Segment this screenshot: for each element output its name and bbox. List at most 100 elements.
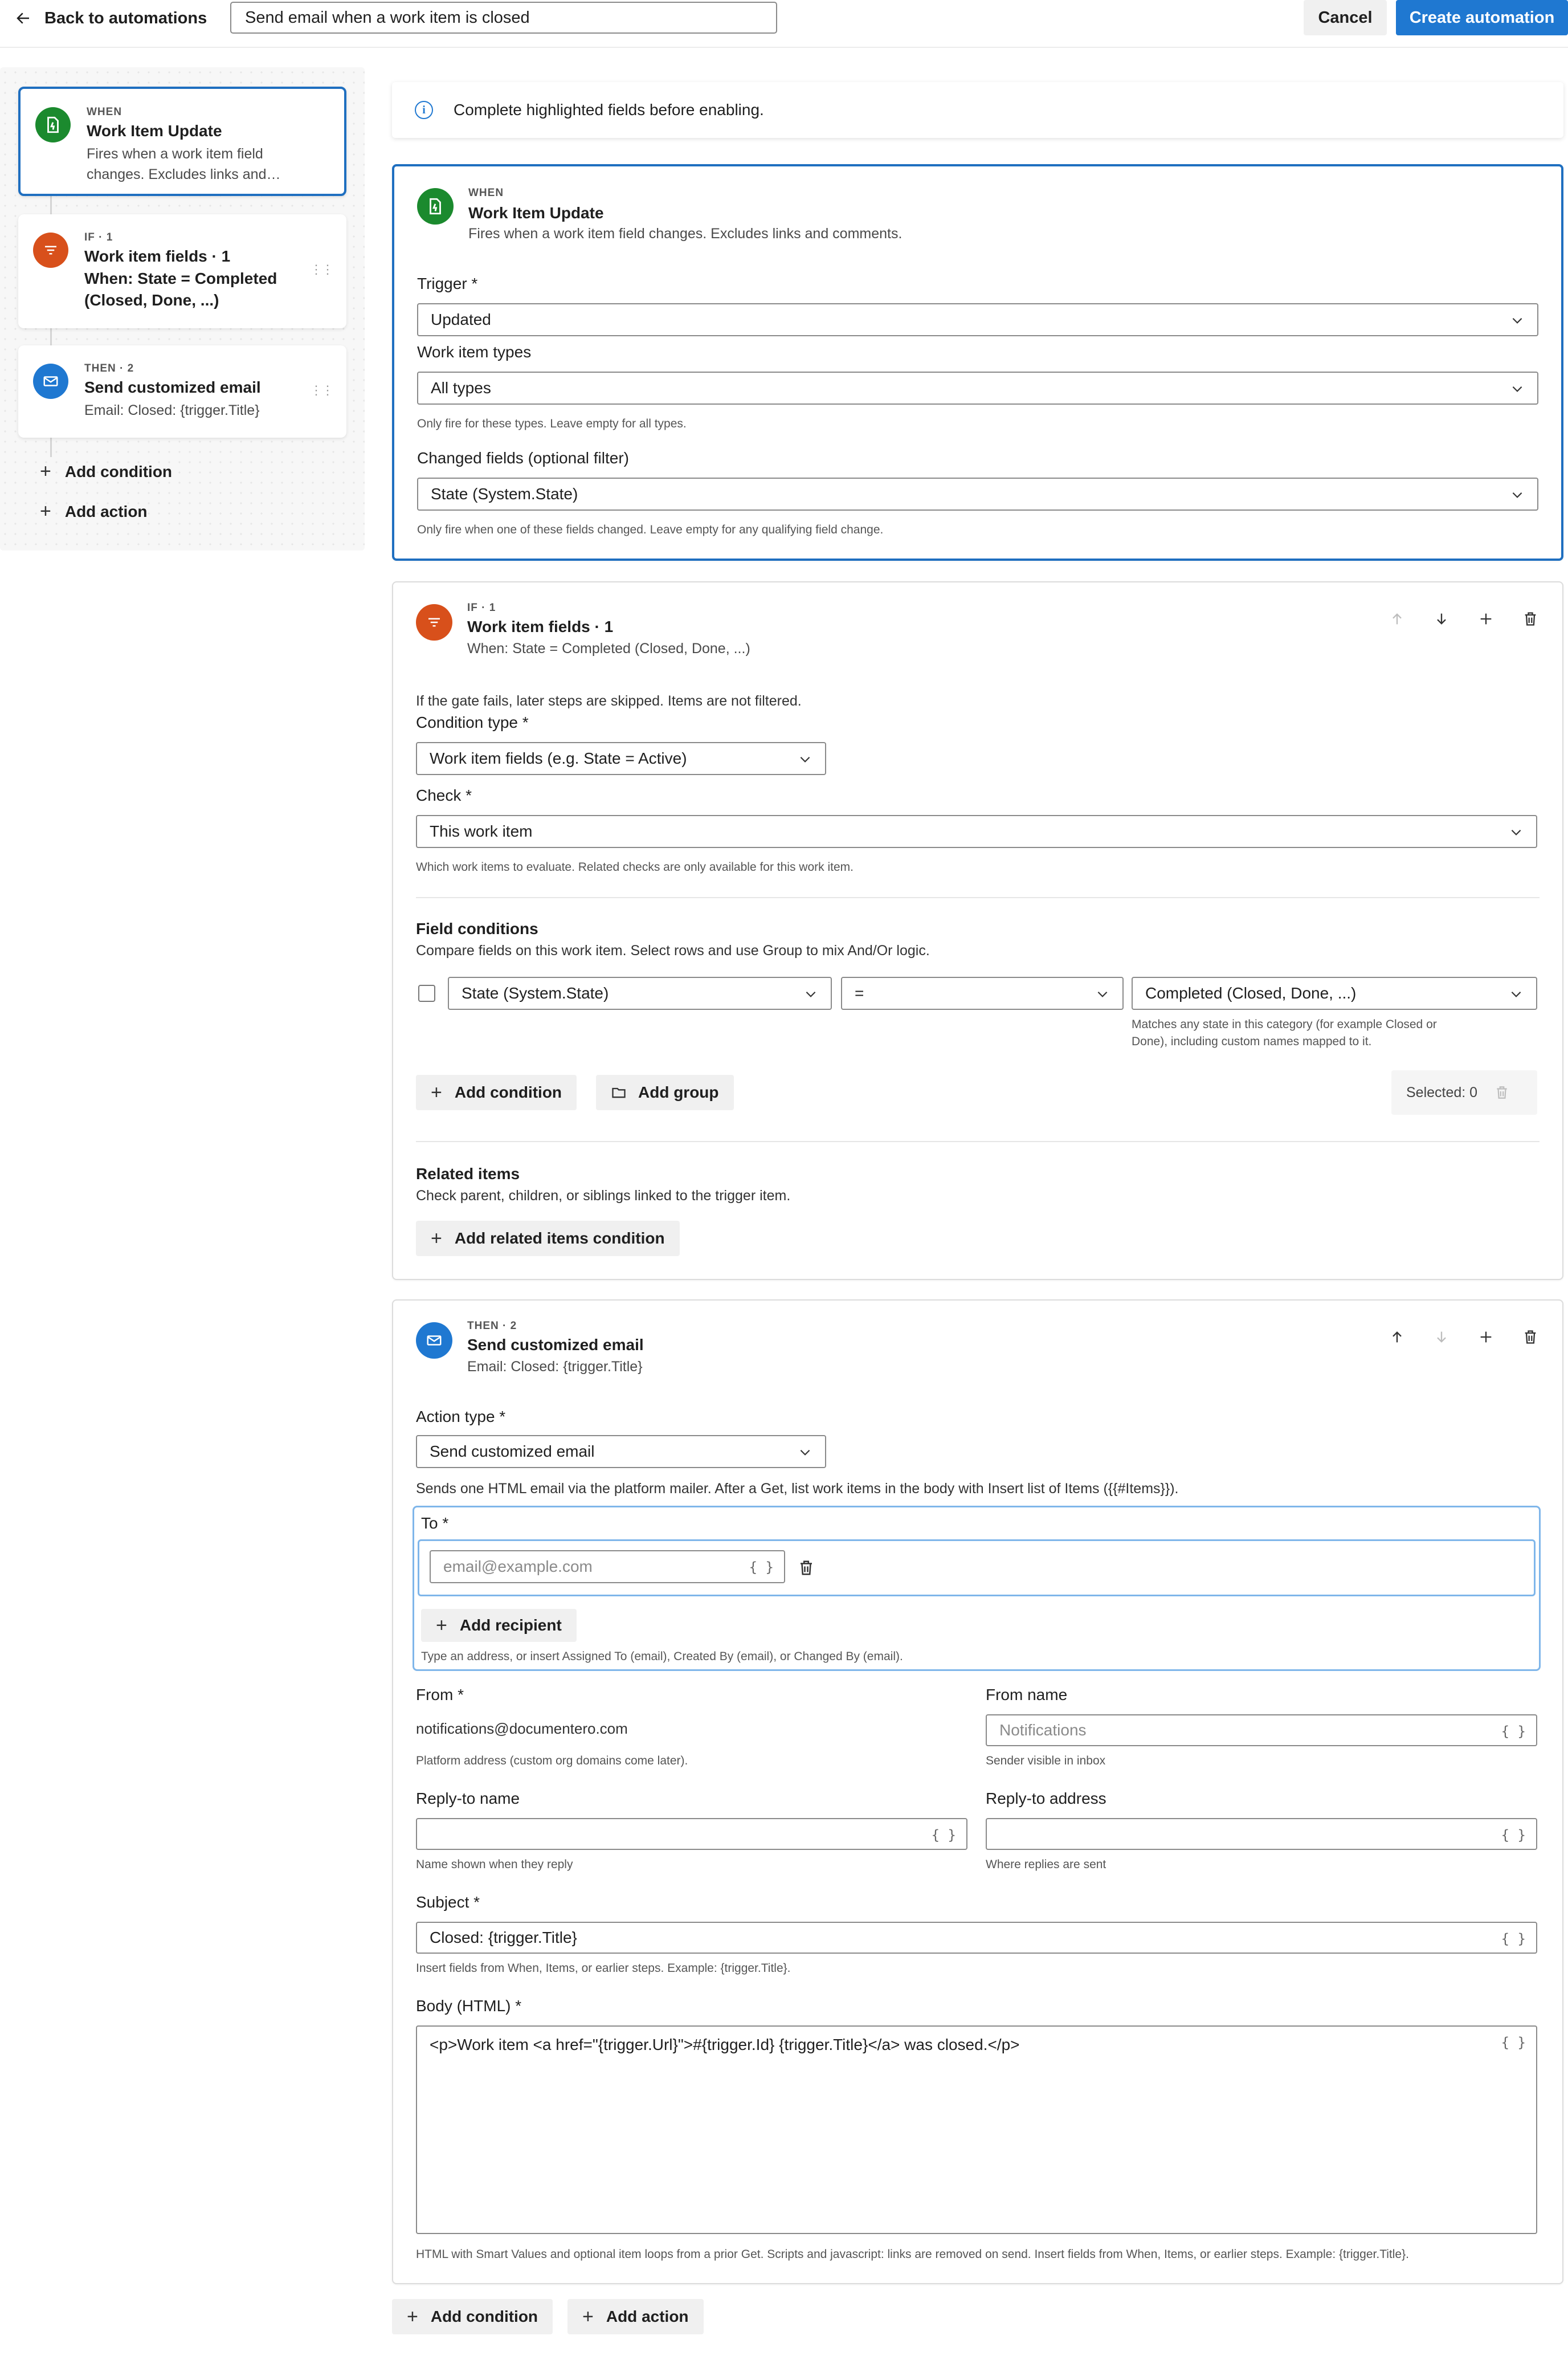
plus-icon: + <box>436 1614 447 1636</box>
rail-add-action[interactable]: + Add action <box>40 500 148 523</box>
step-kicker: THEN · 2 <box>84 362 134 374</box>
subject-input[interactable]: Closed: {trigger.Title} { } <box>416 1922 1537 1954</box>
plus-icon[interactable] <box>1477 610 1495 628</box>
subject-help: Insert fields from When, Items, or earli… <box>416 1962 791 1975</box>
body-html-textarea[interactable]: <p>Work item <a href="{trigger.Url}">#{t… <box>416 2025 1537 2234</box>
from-name-placeholder: Notifications <box>999 1721 1087 1739</box>
condition-field-select[interactable]: State (System.State) <box>448 977 832 1010</box>
plus-icon: + <box>40 460 51 482</box>
trigger-value: Updated <box>431 311 491 328</box>
add-group-button[interactable]: Add group <box>596 1075 734 1110</box>
rail-step-when[interactable]: WHEN Work Item Update Fires when a work … <box>18 87 346 196</box>
field-conditions-title: Field conditions <box>416 920 538 938</box>
reply-to-address-label: Reply-to address <box>986 1790 1106 1807</box>
chevron-down-icon <box>1511 991 1521 997</box>
condition-type-select[interactable]: Work item fields (e.g. State = Active) <box>416 742 826 775</box>
gate-note: If the gate fails, later steps are skipp… <box>416 693 802 709</box>
step-title: Send customized email <box>467 1336 644 1354</box>
condition-value: Completed (Closed, Done, ...) <box>1145 984 1357 1002</box>
create-automation-button[interactable]: Create automation <box>1396 0 1568 35</box>
from-name-input[interactable]: Notifications { } <box>986 1714 1537 1746</box>
action-type-value: Send customized email <box>430 1442 595 1460</box>
condition-value-select[interactable]: Completed (Closed, Done, ...) <box>1132 977 1537 1010</box>
validation-banner: i Complete highlighted fields before ena… <box>392 82 1563 138</box>
drag-handle-icon[interactable]: ⋮⋮ <box>310 262 334 277</box>
step-desc-line1: Fires when a work item field <box>87 146 263 162</box>
changed-help: Only fire when one of these fields chang… <box>417 523 884 536</box>
reply-to-name-input[interactable]: { } <box>416 1818 967 1850</box>
step-desc-line2: changes. Excludes links and… <box>87 166 281 182</box>
step-desc: Email: Closed: {trigger.Title} <box>84 402 260 418</box>
rail-add-condition[interactable]: + Add condition <box>40 460 172 483</box>
automation-name-input[interactable] <box>230 2 777 34</box>
check-select[interactable]: This work item <box>416 815 1537 848</box>
condition-row-checkbox[interactable] <box>418 985 435 1002</box>
trash-icon[interactable] <box>798 1559 815 1579</box>
arrow-down-icon[interactable] <box>1432 610 1451 628</box>
step-desc: Fires when a work item field changes. Ex… <box>468 226 903 242</box>
add-action-label: Add action <box>64 502 148 520</box>
chevron-down-icon <box>1512 317 1522 324</box>
then-step-card: THEN · 2 Send customized email Email: Cl… <box>392 1299 1563 2284</box>
add-condition-button[interactable]: + Add condition <box>416 1075 577 1110</box>
chevron-down-icon <box>800 756 810 763</box>
from-value: notifications@documentero.com <box>416 1720 628 1737</box>
step-kicker: WHEN <box>87 106 122 118</box>
to-recipients-group: To * email@example.com { } + Add recipie… <box>413 1506 1541 1671</box>
curly-braces-icon[interactable]: { } <box>1501 1723 1526 1739</box>
work-item-types-select[interactable]: All types <box>417 372 1538 405</box>
step-toolbar <box>1388 1328 1540 1346</box>
add-recipient-button[interactable]: + Add recipient <box>421 1609 577 1642</box>
arrow-up-icon[interactable] <box>1388 1328 1406 1346</box>
mail-icon <box>416 1322 452 1359</box>
back-to-automations-link[interactable]: Back to automations <box>15 6 207 31</box>
curly-braces-icon[interactable]: { } <box>749 1559 774 1575</box>
action-desc: Sends one HTML email via the platform ma… <box>416 1481 1179 1497</box>
rail-connector <box>50 195 52 214</box>
plus-icon[interactable] <box>1477 1328 1495 1346</box>
plus-icon: + <box>431 1227 442 1249</box>
related-items-desc: Check parent, children, or siblings link… <box>416 1188 791 1204</box>
arrow-up-icon[interactable] <box>1388 610 1406 628</box>
rail-step-then[interactable]: THEN · 2 Send customized email Email: Cl… <box>18 345 346 438</box>
curly-braces-icon[interactable]: { } <box>1501 2035 1526 2051</box>
footer-add-action-button[interactable]: + Add action <box>567 2299 704 2334</box>
reply-to-address-input[interactable]: { } <box>986 1818 1537 1850</box>
chevron-down-icon <box>1512 492 1522 498</box>
rail-step-if[interactable]: IF · 1 Work item fields · 1 When: State … <box>18 214 346 328</box>
subject-value: Closed: {trigger.Title} <box>430 1929 577 1946</box>
chevron-down-icon <box>1097 991 1108 997</box>
curly-braces-icon[interactable]: { } <box>932 1827 956 1843</box>
back-label: Back to automations <box>44 9 207 27</box>
chevron-down-icon <box>1511 829 1521 835</box>
step-title: Work Item Update <box>468 204 604 222</box>
step-cond-line2: (Closed, Done, ...) <box>84 291 219 309</box>
footer-add-condition-button[interactable]: + Add condition <box>392 2299 553 2334</box>
changed-fields-select[interactable]: State (System.State) <box>417 478 1538 511</box>
banner-text: Complete highlighted fields before enabl… <box>454 101 764 119</box>
reply-to-address-help: Where replies are sent <box>986 1858 1106 1871</box>
drag-handle-icon[interactable]: ⋮⋮ <box>310 383 334 398</box>
mail-icon <box>33 364 68 399</box>
cancel-button[interactable]: Cancel <box>1304 0 1387 35</box>
curly-braces-icon[interactable]: { } <box>1501 1931 1526 1947</box>
condition-type-value: Work item fields (e.g. State = Active) <box>430 749 687 767</box>
trigger-select[interactable]: Updated <box>417 303 1538 336</box>
trash-icon[interactable] <box>1521 610 1540 628</box>
step-kicker: IF · 1 <box>467 602 496 614</box>
trash-icon[interactable] <box>1494 1085 1509 1100</box>
chevron-down-icon <box>1512 386 1522 392</box>
related-items-title: Related items <box>416 1165 520 1183</box>
arrow-down-icon[interactable] <box>1432 1328 1451 1346</box>
recipient-email-input[interactable]: email@example.com { } <box>430 1550 785 1583</box>
action-type-select[interactable]: Send customized email <box>416 1435 826 1468</box>
step-desc: When: State = Completed (Closed, Done, .… <box>467 641 750 657</box>
curly-braces-icon[interactable]: { } <box>1501 1827 1526 1843</box>
types-value: All types <box>431 379 491 397</box>
condition-operator-select[interactable]: = <box>841 977 1124 1010</box>
trash-icon[interactable] <box>1521 1328 1540 1346</box>
add-related-label: Add related items condition <box>454 1229 665 1247</box>
add-related-items-button[interactable]: + Add related items condition <box>416 1221 680 1256</box>
types-help: Only fire for these types. Leave empty f… <box>417 417 687 430</box>
filter-icon <box>416 604 452 641</box>
